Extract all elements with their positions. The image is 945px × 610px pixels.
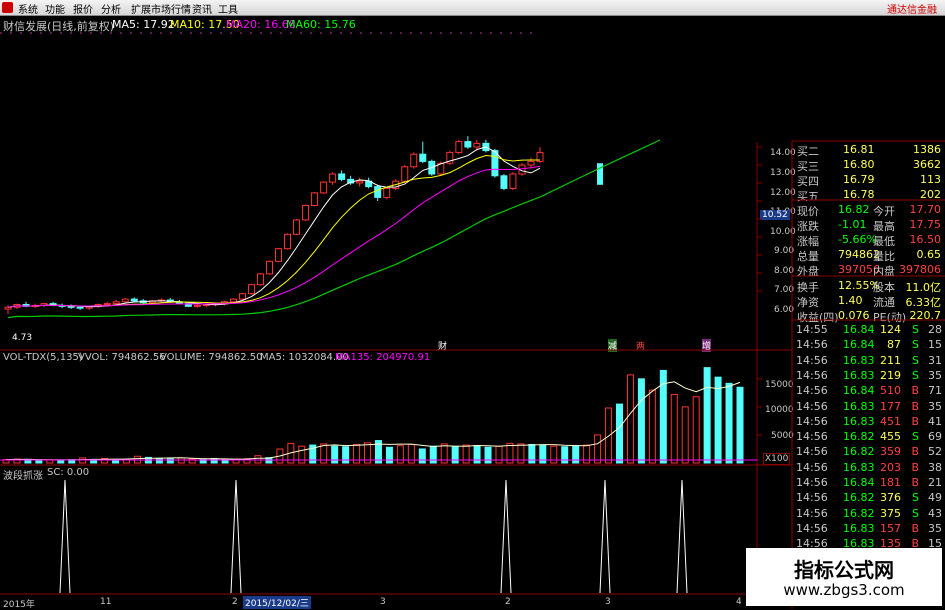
candle-body	[275, 248, 283, 262]
chart-canvas[interactable]	[0, 0, 945, 609]
ma20-line	[7, 165, 541, 308]
candle-body	[383, 187, 391, 198]
candle-body	[410, 153, 418, 168]
ma10-line	[7, 154, 540, 308]
volume-bar	[681, 406, 689, 464]
candle-body	[464, 141, 472, 148]
volume-bar	[703, 367, 711, 464]
watermark: 指标公式网 www.zbgs3.com	[746, 548, 942, 606]
candle-body	[284, 233, 292, 250]
candle-body	[67, 305, 75, 308]
volume-bar	[254, 455, 262, 464]
candle-body	[527, 160, 535, 166]
volume-bar	[561, 446, 569, 464]
volume-bar	[418, 448, 426, 464]
candle-body	[302, 205, 310, 221]
volume-bar	[736, 386, 744, 464]
candle-body	[356, 180, 364, 184]
volume-bar	[714, 376, 722, 464]
candle-body	[338, 173, 346, 180]
volume-bar	[155, 457, 163, 464]
signal-spike	[230, 479, 242, 594]
volume-bar	[484, 446, 492, 464]
volume-bar	[451, 446, 459, 464]
candle-body	[193, 304, 201, 307]
volume-bar	[594, 434, 602, 464]
watermark-url: www.zbgs3.com	[783, 581, 905, 599]
candle-body	[509, 173, 517, 189]
candle-body	[229, 298, 237, 303]
signal-spike	[676, 479, 688, 594]
candle-body	[76, 306, 84, 309]
candle-body	[112, 301, 120, 305]
candle-body	[419, 153, 427, 162]
candle-body	[103, 303, 111, 306]
candle-body	[4, 306, 12, 310]
watermark-title: 指标公式网	[794, 558, 894, 582]
candle-body	[130, 298, 138, 302]
candle-body	[238, 293, 246, 300]
candle-body	[247, 284, 255, 295]
volume-bar	[35, 459, 43, 464]
candle-body	[473, 142, 481, 148]
candle-body	[500, 175, 508, 189]
volume-bar	[659, 369, 667, 464]
volume-bar	[46, 459, 54, 464]
volume-bar	[166, 458, 174, 464]
signal-spike	[500, 479, 512, 594]
signal-spike	[599, 479, 611, 594]
volume-bar	[57, 459, 65, 464]
candle-body	[256, 273, 264, 286]
volume-bar	[615, 403, 623, 464]
volume-bar	[725, 382, 733, 464]
volume-bar	[692, 396, 700, 464]
candle-body	[455, 141, 463, 153]
candle-body	[329, 173, 337, 183]
volume-bar	[626, 374, 634, 464]
volume-bar	[385, 446, 393, 464]
candle-body	[121, 298, 129, 303]
signal-spike	[59, 479, 71, 594]
candle-body	[311, 192, 319, 206]
volume-bar	[648, 389, 656, 464]
volume-bar	[670, 394, 678, 464]
candle-body	[265, 260, 273, 275]
volume-bar	[342, 446, 350, 464]
ma60-line	[7, 139, 661, 319]
ma5-line	[7, 146, 541, 308]
candle-body	[374, 186, 382, 198]
candle-body	[401, 166, 409, 182]
candle-body	[320, 181, 328, 194]
volume-bar	[637, 378, 645, 464]
candle-body	[293, 219, 301, 235]
